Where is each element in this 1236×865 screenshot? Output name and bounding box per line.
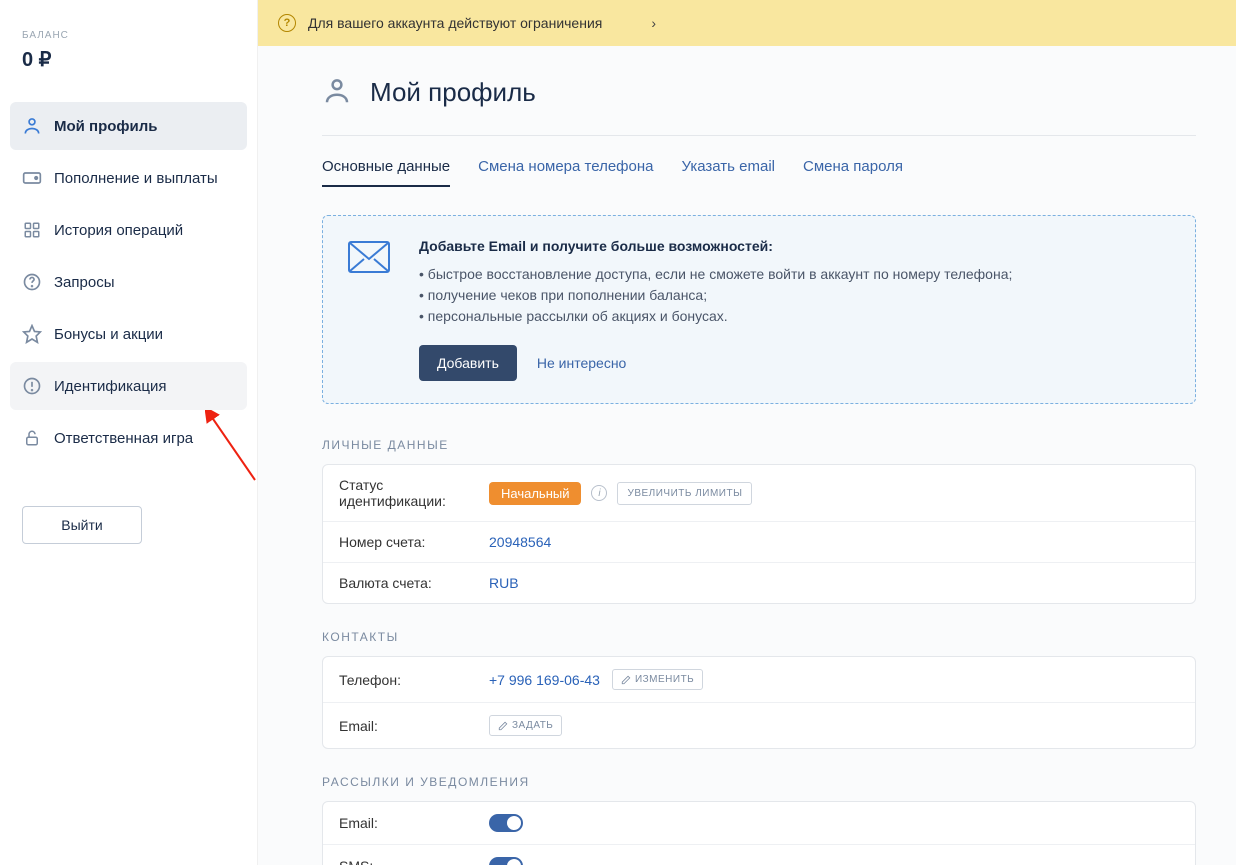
sidebar-item-label: Идентификация xyxy=(54,378,166,395)
add-email-button[interactable]: Добавить xyxy=(419,345,517,381)
sidebar-item-label: Пополнение и выплаты xyxy=(54,170,218,187)
status-badge: Начальный xyxy=(489,482,581,505)
email-promo-title: Добавьте Email и получите больше возможн… xyxy=(419,238,1171,254)
email-label: Email: xyxy=(339,718,489,734)
help-icon: ? xyxy=(278,14,296,32)
phone-label: Телефон: xyxy=(339,672,489,688)
tab-change-password[interactable]: Смена пароля xyxy=(803,158,903,187)
increase-limits-button[interactable]: УВЕЛИЧИТЬ ЛИМИТЫ xyxy=(617,482,752,505)
section-heading-notifications: РАССЫЛКИ И УВЕДОМЛЕНИЯ xyxy=(322,775,1196,789)
email-toggle[interactable] xyxy=(489,814,523,832)
restriction-banner[interactable]: ? Для вашего аккаунта действуют ограниче… xyxy=(258,0,1236,46)
set-email-button[interactable]: ЗАДАТЬ xyxy=(489,715,562,736)
sidebar-item-label: Мой профиль xyxy=(54,118,158,135)
grid-icon xyxy=(22,220,42,240)
notif-sms-label: SMS: xyxy=(339,858,489,865)
banner-text: Для вашего аккаунта действуют ограничени… xyxy=(308,15,602,31)
wallet-icon xyxy=(22,168,42,188)
tab-change-phone[interactable]: Смена номера телефона xyxy=(478,158,653,187)
section-heading-personal: ЛИЧНЫЕ ДАННЫЕ xyxy=(322,438,1196,452)
personal-data-card: Статус идентификации: Начальный i УВЕЛИЧ… xyxy=(322,464,1196,604)
main-content: ? Для вашего аккаунта действуют ограниче… xyxy=(258,0,1236,865)
profile-icon xyxy=(22,116,42,136)
sidebar-item-history[interactable]: История операций xyxy=(10,206,247,254)
lock-icon xyxy=(22,428,42,448)
profile-icon xyxy=(322,76,352,109)
currency-label: Валюта счета: xyxy=(339,575,489,591)
sidebar-item-label: Запросы xyxy=(54,274,115,291)
tabs: Основные данные Смена номера телефона Ук… xyxy=(322,158,1196,187)
sidebar-item-bonuses[interactable]: Бонусы и акции xyxy=(10,310,247,358)
notif-email-label: Email: xyxy=(339,815,489,831)
alert-circle-icon xyxy=(22,376,42,396)
sidebar-item-label: История операций xyxy=(54,222,183,239)
section-heading-contacts: КОНТАКТЫ xyxy=(322,630,1196,644)
account-value: 20948564 xyxy=(489,534,551,550)
sidebar-item-identification[interactable]: Идентификация xyxy=(10,362,247,410)
page-header: Мой профиль xyxy=(322,76,1196,136)
status-label: Статус идентификации: xyxy=(339,477,489,509)
logout-button[interactable]: Выйти xyxy=(22,506,142,544)
phone-value: +7 996 169-06-43 xyxy=(489,672,600,688)
sidebar-item-label: Бонусы и акции xyxy=(54,326,163,343)
balance-label: БАЛАНС xyxy=(22,30,247,41)
sidebar-item-label: Ответственная игра xyxy=(54,430,193,447)
sidebar-item-responsible[interactable]: Ответственная игра xyxy=(10,414,247,462)
info-icon[interactable]: i xyxy=(591,485,607,501)
sidebar-item-profile[interactable]: Мой профиль xyxy=(10,102,247,150)
balance-value: 0 ₽ xyxy=(22,47,247,72)
mail-icon xyxy=(347,240,391,381)
star-icon xyxy=(22,324,42,344)
contacts-card: Телефон: +7 996 169-06-43 ИЗМЕНИТЬ Email… xyxy=(322,656,1196,749)
notifications-card: Email: SMS: Push-уведомления: xyxy=(322,801,1196,865)
page-title: Мой профиль xyxy=(370,77,536,108)
email-promo-list: • быстрое восстановление доступа, если н… xyxy=(419,264,1171,327)
sidebar-item-payments[interactable]: Пополнение и выплаты xyxy=(10,154,247,202)
dismiss-email-button[interactable]: Не интересно xyxy=(537,355,626,371)
chevron-right-icon: › xyxy=(651,15,656,31)
email-promo-box: Добавьте Email и получите больше возможн… xyxy=(322,215,1196,404)
sidebar: БАЛАНС 0 ₽ Мой профиль Пополнение и выпл… xyxy=(0,0,258,865)
sms-toggle[interactable] xyxy=(489,857,523,865)
question-icon xyxy=(22,272,42,292)
pencil-icon xyxy=(621,675,631,685)
currency-value: RUB xyxy=(489,575,519,591)
sidebar-item-requests[interactable]: Запросы xyxy=(10,258,247,306)
tab-set-email[interactable]: Указать email xyxy=(682,158,776,187)
tab-basic-data[interactable]: Основные данные xyxy=(322,158,450,187)
change-phone-button[interactable]: ИЗМЕНИТЬ xyxy=(612,669,703,690)
account-label: Номер счета: xyxy=(339,534,489,550)
pencil-icon xyxy=(498,721,508,731)
